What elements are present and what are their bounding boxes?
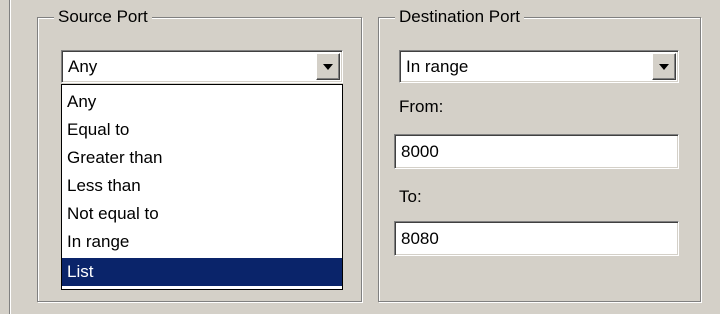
from-label: From:	[399, 97, 444, 116]
option-not-equal-to[interactable]: Not equal to	[62, 200, 342, 228]
dialog-left-edge	[9, 0, 11, 314]
source-port-combo-value: Any	[68, 57, 98, 76]
destination-port-combo[interactable]: In range	[399, 50, 679, 83]
destination-port-combo-value: In range	[406, 57, 469, 76]
to-port-field[interactable]: 8080	[394, 221, 679, 256]
destination-port-legend: Destination Port	[395, 6, 524, 28]
option-greater-than[interactable]: Greater than	[62, 144, 342, 172]
option-in-range[interactable]: In range	[62, 228, 342, 256]
chevron-down-icon	[659, 64, 669, 70]
source-port-legend: Source Port	[54, 6, 152, 28]
source-port-dropdown-list[interactable]: Any Equal to Greater than Less than Not …	[61, 84, 343, 290]
option-equal-to[interactable]: Equal to	[62, 116, 342, 144]
option-any[interactable]: Any	[62, 88, 342, 116]
chevron-down-icon	[323, 64, 333, 70]
option-list[interactable]: List	[62, 258, 342, 286]
destination-port-dropdown-button[interactable]	[652, 53, 676, 80]
from-port-field[interactable]: 8000	[394, 134, 679, 169]
to-label: To:	[399, 187, 422, 206]
option-less-than[interactable]: Less than	[62, 172, 342, 200]
source-port-dropdown-button[interactable]	[316, 53, 340, 80]
source-port-combo[interactable]: Any	[61, 50, 343, 83]
